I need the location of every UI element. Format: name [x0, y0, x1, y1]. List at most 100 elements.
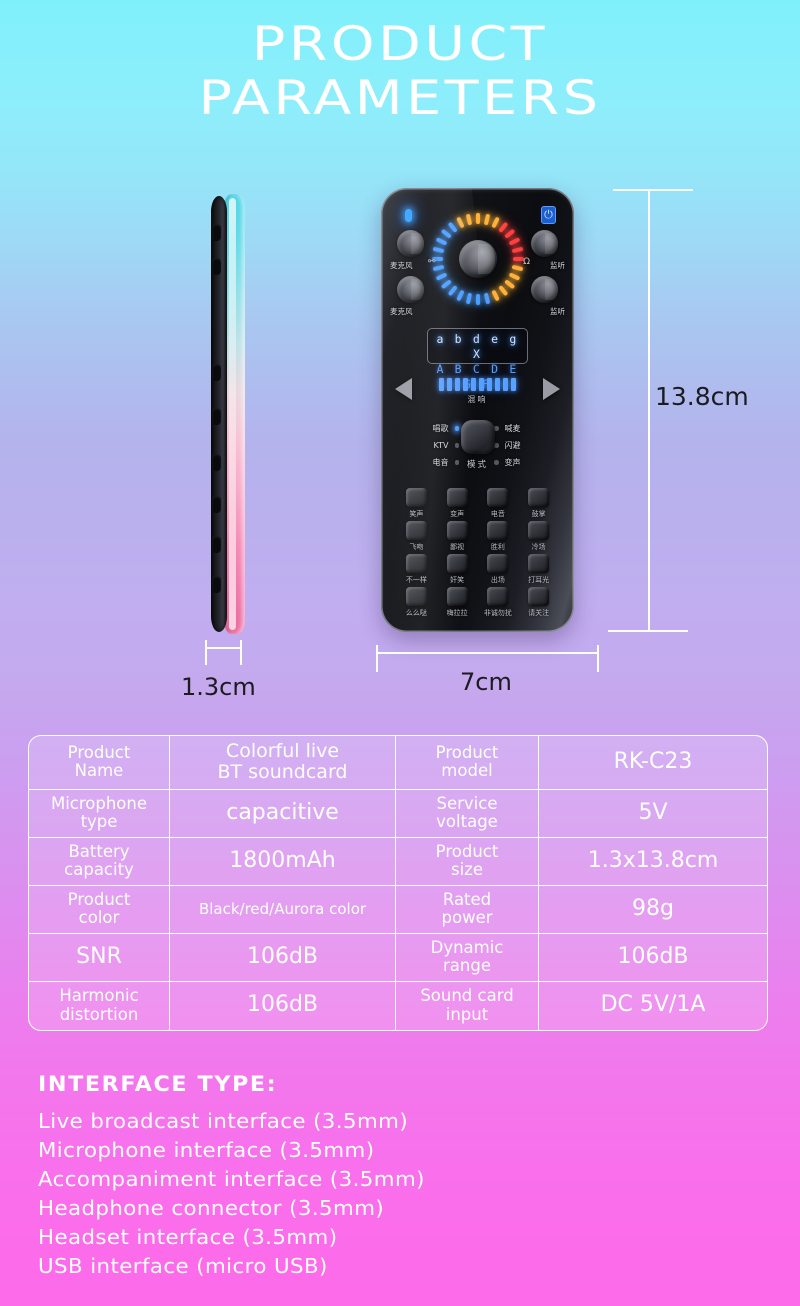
reverb-segment [439, 378, 444, 391]
sound-effect-key [446, 587, 468, 606]
device-side-port [212, 258, 221, 275]
sound-effect-button[interactable]: 变声 [438, 488, 477, 521]
led-segment [483, 292, 491, 305]
mode-item-shout[interactable]: 喊麦 [494, 420, 556, 437]
led-segment [465, 213, 473, 226]
reverb-segment [503, 378, 508, 391]
sound-effect-button[interactable]: 冷场 [519, 521, 558, 554]
sound-effect-button[interactable]: 不一样 [397, 554, 436, 587]
led-segment [476, 213, 480, 224]
sound-effect-label: 鼓掌 [531, 510, 546, 518]
dimension-line-width [376, 652, 598, 654]
sound-effect-label: 冷场 [531, 543, 546, 551]
reverb-segment [479, 378, 484, 391]
led-segment [456, 216, 465, 229]
led-segment [498, 221, 509, 233]
sound-effect-label: 非诚勿扰 [483, 609, 512, 617]
bluetooth-battery-icon: ⏻ [541, 206, 556, 224]
sound-effect-button[interactable]: 么么哒 [397, 587, 436, 620]
table-row: Battery capacity 1800mAh Product size 1.3x… [29, 837, 767, 886]
mode-button[interactable] [460, 420, 495, 454]
headphone-icon: Ω [523, 257, 530, 267]
mode-label: 喊麦 [504, 424, 521, 433]
sound-effect-button[interactable]: 出场 [479, 554, 518, 587]
sound-effect-label: 出场 [490, 576, 505, 584]
led-segment [456, 289, 465, 302]
sound-effect-button[interactable]: 嗨拉拉 [438, 587, 477, 620]
device-side-port [212, 576, 221, 593]
sound-effect-label: 请关注 [528, 609, 550, 617]
interface-item: Microphone interface (3.5mm) [38, 1138, 375, 1162]
sound-effect-button[interactable]: 电音 [479, 488, 518, 521]
mode-item-ktv[interactable]: KTV [401, 437, 459, 454]
led-segment [447, 285, 458, 297]
table-cell-key: Microphone type [29, 789, 170, 838]
table-cell-key: Product Name [29, 736, 170, 790]
sound-effect-button[interactable]: 请关注 [519, 587, 558, 620]
knob-monitor-2[interactable] [531, 276, 558, 303]
led-segment [447, 221, 458, 233]
sound-effect-button[interactable]: 笑声 [397, 488, 436, 521]
reverb-segment [487, 378, 492, 391]
knob-microphone-2[interactable] [397, 276, 424, 303]
sound-effect-key [487, 587, 509, 606]
knob-main-volume[interactable] [459, 240, 497, 278]
led-ring: ⚯ Ω [428, 213, 530, 305]
sound-effect-key [487, 554, 509, 573]
dimension-label-height: 13.8cm [655, 382, 749, 411]
knob-microphone-1[interactable] [397, 230, 424, 257]
sound-effect-label: 胜利 [490, 543, 505, 551]
led-segment [432, 246, 445, 254]
sound-effect-key [405, 554, 427, 573]
table-row: Product color Black/red/Aurora color Rate… [29, 885, 767, 934]
status-led-icon [405, 209, 412, 222]
table-cell-key: Rated power [396, 885, 539, 934]
sound-effect-button[interactable]: 鄙视 [438, 521, 477, 554]
sound-effect-label: 鄙视 [450, 543, 465, 551]
led-segment [491, 216, 500, 229]
sound-effect-button[interactable]: 胜利 [479, 521, 518, 554]
sound-effect-label: 电音 [490, 510, 505, 518]
sound-effect-label: 嗨拉拉 [446, 609, 468, 617]
sound-effect-button[interactable]: 鼓掌 [519, 488, 558, 521]
mode-item-ducking[interactable]: 闪避 [494, 437, 556, 454]
mode-led-icon [494, 426, 499, 431]
mode-led-icon [454, 426, 459, 431]
reverb-segment [463, 378, 468, 391]
led-segment [511, 246, 524, 254]
interface-item: Live broadcast interface (3.5mm) [38, 1109, 409, 1133]
interface-item: Headset interface (3.5mm) [38, 1225, 338, 1249]
sound-effect-key [405, 521, 427, 540]
device-side-port [212, 496, 221, 513]
sound-effect-key [528, 521, 550, 540]
mode-item-singing[interactable]: 唱歌 [401, 420, 459, 437]
sound-effect-key [487, 521, 509, 540]
sound-effect-button[interactable]: 打耳光 [519, 554, 558, 587]
led-segment [483, 213, 491, 226]
sound-effect-key [405, 488, 427, 507]
knob-microphone-2-label: 麦克风 [390, 307, 413, 316]
led-segment [435, 237, 448, 246]
sound-effect-button[interactable]: 飞吻 [397, 521, 436, 554]
sound-effect-button[interactable]: 非诚勿扰 [479, 587, 518, 620]
dimension-label-width: 7cm [460, 668, 512, 696]
table-cell-key: Product color [29, 885, 170, 934]
knob-monitor-1-label: 监听 [550, 261, 565, 270]
led-segment [476, 294, 480, 305]
sound-effect-key [487, 488, 509, 507]
device-side-port [212, 454, 221, 471]
led-segment [440, 279, 452, 290]
dimension-line-thickness [205, 647, 241, 649]
sound-effect-label: 奸笑 [450, 576, 465, 584]
led-segment [504, 279, 516, 290]
sound-effect-label: 飞吻 [409, 543, 424, 551]
led-segment [508, 272, 521, 281]
knob-monitor-1[interactable] [531, 230, 558, 257]
sound-effect-button[interactable]: 奸笑 [438, 554, 477, 587]
sound-effect-key [446, 521, 468, 540]
device-side-view [211, 194, 245, 634]
led-segment [491, 289, 500, 302]
led-segment [440, 228, 452, 239]
sound-effect-label: 么么哒 [405, 609, 427, 617]
table-cell-value: 1.3x13.8cm [539, 838, 767, 886]
